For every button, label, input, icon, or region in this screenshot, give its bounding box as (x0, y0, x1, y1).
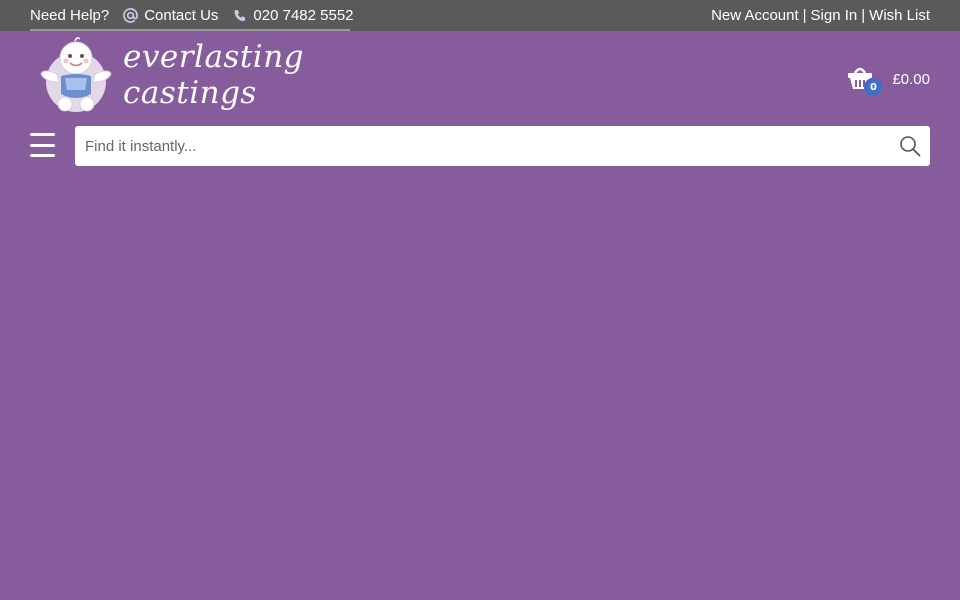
wish-list-link[interactable]: Wish List (869, 7, 930, 24)
menu-button[interactable] (30, 133, 55, 157)
account-links: New Account | Sign In | Wish List (711, 0, 930, 31)
separator: | (861, 7, 866, 24)
need-help-label: Need Help? (30, 7, 110, 24)
help-links: Need Help? Contact Us 020 7482 5552 (30, 0, 354, 31)
menu-icon (30, 133, 55, 136)
search-bar (75, 126, 930, 166)
contact-us-link[interactable]: Contact Us (123, 7, 218, 24)
phone-number: 020 7482 5552 (253, 7, 354, 24)
phone-icon (233, 9, 247, 23)
menu-icon (30, 143, 55, 147)
top-bar: Need Help? Contact Us 020 7482 5552 New … (0, 0, 960, 31)
cart-count-badge: 0 (864, 78, 883, 96)
cart-summary[interactable]: 0 £0.00 (846, 62, 930, 96)
logo-text: everlasting castings (123, 39, 305, 111)
at-sign-icon (123, 8, 139, 23)
basket-icon[interactable]: 0 (846, 64, 883, 96)
separator: | (802, 7, 807, 24)
site-logo[interactable]: everlasting castings (35, 34, 345, 116)
search-input[interactable] (75, 126, 875, 166)
contact-us-label: Contact Us (144, 7, 219, 24)
phone-link[interactable]: 020 7482 5552 (233, 7, 354, 24)
new-account-link[interactable]: New Account (711, 7, 799, 24)
baby-mascot-icon (35, 32, 117, 119)
sign-in-link[interactable]: Sign In (811, 7, 858, 24)
search-icon[interactable] (899, 135, 921, 157)
menu-icon (30, 154, 55, 157)
cart-total: £0.00 (892, 70, 930, 88)
